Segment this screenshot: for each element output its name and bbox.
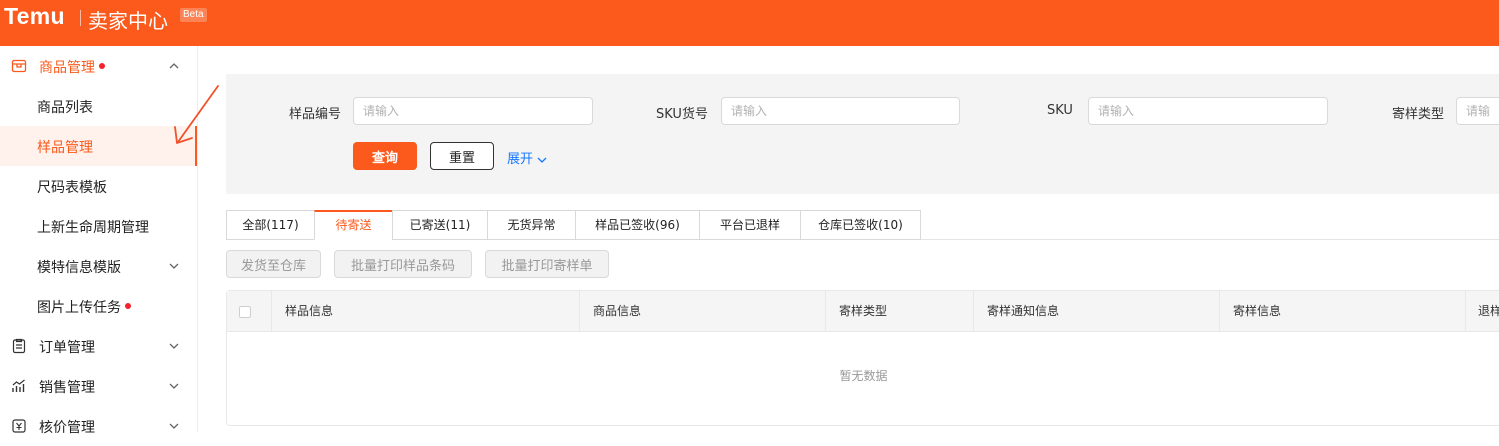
- chevron-down-icon[interactable]: [168, 420, 180, 432]
- tab-pending[interactable]: 待寄送: [314, 210, 392, 240]
- tab-warehouse-signed[interactable]: 仓库已签收(10): [800, 210, 921, 240]
- samples-table: 样品信息 商品信息 寄样类型 寄样通知信息 寄样信息 退样 暂无数据: [226, 290, 1499, 426]
- sidebar-item-label: 商品管理: [39, 57, 105, 77]
- tab-out-of-stock[interactable]: 无货异常: [487, 210, 575, 240]
- tab-sample-signed[interactable]: 样品已签收(96): [575, 210, 699, 240]
- filter-panel: 样品编号 SKU货号 SKU 寄样类型 查询 重置 展开: [226, 74, 1499, 194]
- sidebar-subitem-label: 模特信息模版: [37, 260, 121, 276]
- sample-type-label: 寄样类型: [1392, 107, 1445, 122]
- tab-all[interactable]: 全部(117): [226, 210, 314, 240]
- sample-type-input[interactable]: [1456, 97, 1499, 125]
- annotation-arrow-icon: [174, 85, 219, 144]
- column-header[interactable]: 商品信息: [579, 291, 825, 331]
- sidebar-subitem-label: 图片上传任务: [37, 297, 131, 317]
- beta-badge: Beta: [180, 8, 207, 22]
- select-all-cell: [227, 291, 271, 331]
- sidebar-subitem-model-template[interactable]: 模特信息模版: [0, 246, 197, 286]
- temu-logo[interactable]: Temu: [4, 3, 65, 30]
- chevron-up-icon[interactable]: [168, 60, 180, 72]
- top-header: Temu 卖家中心 Beta: [0, 0, 1499, 46]
- sidebar-item-label: 销售管理: [39, 380, 95, 396]
- sku-code-label: SKU货号: [656, 107, 708, 122]
- column-header[interactable]: 退样: [1465, 291, 1499, 331]
- notification-dot: [125, 303, 131, 309]
- expand-link[interactable]: 展开: [507, 148, 548, 167]
- chevron-down-icon[interactable]: [168, 340, 180, 352]
- batch-print-sample-form-button[interactable]: 批量打印寄样单: [485, 250, 609, 278]
- sidebar-subitem-lifecycle[interactable]: 上新生命周期管理: [0, 206, 197, 246]
- sku-label: SKU: [1047, 103, 1073, 118]
- sidebar-subitem-label: 尺码表模板: [37, 180, 107, 196]
- sidebar-subitem-label: 样品管理: [37, 140, 93, 156]
- sidebar-item-price-mgmt[interactable]: 核价管理: [0, 406, 197, 446]
- chevron-down-icon: [537, 157, 547, 163]
- column-header[interactable]: 寄样类型: [825, 291, 973, 331]
- product-box-icon: [11, 59, 27, 73]
- sidebar-item-order-mgmt[interactable]: 订单管理: [0, 326, 197, 366]
- sidebar-subitem-label: 上新生命周期管理: [37, 220, 149, 236]
- empty-state-text: 暂无数据: [839, 369, 888, 383]
- batch-print-sample-barcode-button[interactable]: 批量打印样品条码: [334, 250, 472, 278]
- logo-divider: [80, 10, 81, 26]
- chevron-down-icon[interactable]: [168, 380, 180, 392]
- sample-id-label: 样品编号: [289, 107, 342, 122]
- query-button[interactable]: 查询: [353, 142, 417, 170]
- sidebar-item-label: 核价管理: [39, 420, 95, 436]
- sku-input[interactable]: [1088, 97, 1328, 125]
- select-all-checkbox[interactable]: [239, 306, 251, 318]
- sidebar-subitem-image-upload[interactable]: 图片上传任务: [0, 286, 197, 326]
- tab-platform-returned[interactable]: 平台已退样: [699, 210, 800, 240]
- sales-chart-icon: [12, 379, 25, 392]
- table-header: 样品信息 商品信息 寄样类型 寄样通知信息 寄样信息 退样: [227, 291, 1499, 332]
- chevron-down-icon[interactable]: [168, 260, 180, 272]
- tab-sent[interactable]: 已寄送(11): [392, 210, 487, 240]
- column-header[interactable]: 寄样信息: [1219, 291, 1465, 331]
- sample-id-input[interactable]: [353, 97, 593, 125]
- sidebar-subitem-size-template[interactable]: 尺码表模板: [0, 166, 197, 206]
- reset-button[interactable]: 重置: [430, 142, 494, 170]
- seller-center-title: 卖家中心: [88, 9, 168, 33]
- sidebar-item-product-mgmt[interactable]: 商品管理: [0, 46, 197, 86]
- sku-code-input[interactable]: [721, 97, 960, 125]
- notification-dot: [99, 63, 105, 69]
- column-header[interactable]: 样品信息: [271, 291, 579, 331]
- sidebar-item-label: 订单管理: [39, 340, 95, 356]
- sidebar-subitem-label: 商品列表: [37, 100, 93, 116]
- column-header[interactable]: 寄样通知信息: [973, 291, 1219, 331]
- ship-to-warehouse-button[interactable]: 发货至仓库: [226, 250, 321, 278]
- sidebar-item-sales-mgmt[interactable]: 销售管理: [0, 366, 197, 406]
- order-list-icon: [12, 338, 26, 354]
